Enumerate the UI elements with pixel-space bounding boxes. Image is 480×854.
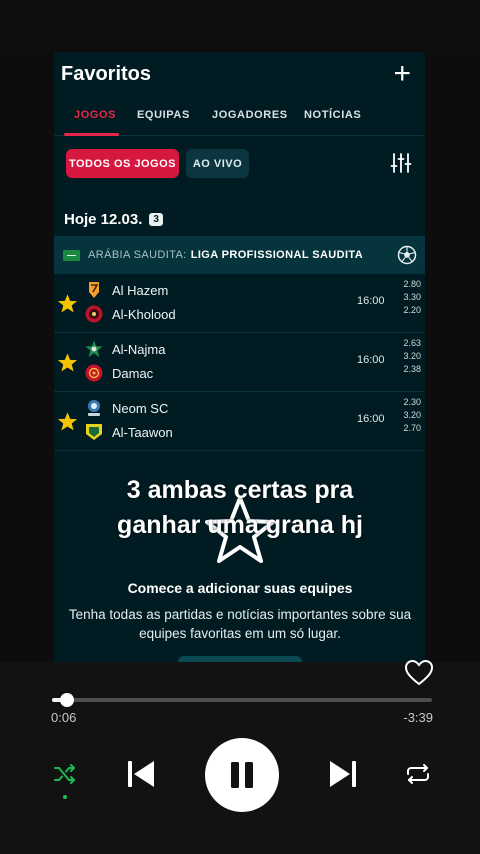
match-time: 16:00 xyxy=(357,354,385,366)
odds-away: 2.38 xyxy=(403,364,421,374)
caption-line: ganhar uma grana hj xyxy=(117,511,363,539)
al-hazem-crest-icon xyxy=(89,282,99,298)
match-time: 16:00 xyxy=(357,295,385,307)
home-team: Al Hazem xyxy=(85,279,168,301)
page-title: Favoritos xyxy=(61,62,152,85)
add-icon[interactable]: + xyxy=(393,59,411,89)
match-count-badge: 3 xyxy=(149,212,163,226)
empty-state-desc-line: Tenha todas as partidas e notícias impor… xyxy=(68,607,412,622)
caption-line: 3 ambas certas pra xyxy=(126,476,354,504)
odds-home: 2.30 xyxy=(403,397,421,407)
sliders-icon[interactable] xyxy=(390,152,412,174)
empty-state-title: Comece a adicionar suas equipes xyxy=(127,580,353,596)
shuffle-icon[interactable] xyxy=(53,762,77,786)
odds-home: 2.63 xyxy=(403,338,421,348)
odds-list: 2.63 3.20 2.38 xyxy=(399,337,421,376)
odds-home: 2.80 xyxy=(403,279,421,289)
filter-live-button[interactable]: AO VIVO xyxy=(186,149,249,178)
progress-bar[interactable] xyxy=(52,693,432,707)
match-row[interactable]: Neom SC Al-Taawon 16:00 2.30 3.20 2.70 xyxy=(54,393,425,451)
odds-away: 2.70 xyxy=(403,423,421,433)
filter-row: TODOS OS JOGOS AO VIVO xyxy=(54,147,425,181)
tab-jogadores[interactable]: JOGADORES xyxy=(212,109,288,121)
neom-sc-crest-icon xyxy=(88,400,100,416)
favorite-star-icon[interactable] xyxy=(57,411,78,432)
tab-noticias[interactable]: NOTÍCIAS xyxy=(304,109,361,121)
home-team-name: Al-Najma xyxy=(112,341,166,357)
empty-state-description: Tenha todas as partidas e notícias impor… xyxy=(0,605,480,643)
video-caption: 3 ambas certas pra ganhar uma grana hj xyxy=(0,473,480,543)
remaining-time: -3:39 xyxy=(403,710,433,725)
repeat-icon[interactable] xyxy=(404,762,432,786)
football-icon xyxy=(397,245,417,265)
empty-state-desc-line: equipes favoritas em um só lugar. xyxy=(139,626,341,641)
odds-draw: 3.30 xyxy=(403,292,421,302)
home-team: Neom SC xyxy=(85,397,168,419)
away-team: Al-Kholood xyxy=(85,303,176,325)
odds-draw: 3.20 xyxy=(403,410,421,420)
date-label: Hoje 12.03. xyxy=(64,210,143,228)
tab-bar: JOGOS EQUIPAS JOGADORES NOTÍCIAS xyxy=(54,96,425,136)
elapsed-time: 0:06 xyxy=(51,710,77,725)
previous-track-icon[interactable] xyxy=(126,758,156,790)
home-team: Al-Najma xyxy=(85,338,165,360)
status-area xyxy=(0,0,480,52)
video-backdrop-left xyxy=(0,52,54,662)
damac-crest-icon xyxy=(85,364,103,382)
league-name: LIGA PROFISSIONAL SAUDITA xyxy=(190,249,364,261)
away-team-name: Al-Kholood xyxy=(112,306,176,322)
al-najma-crest-icon xyxy=(85,340,103,357)
pause-icon xyxy=(231,762,253,788)
league-country: ARÁBIA SAUDITA: xyxy=(88,249,187,261)
away-team: Damac xyxy=(85,362,153,384)
app-header: Favoritos + xyxy=(54,52,425,96)
match-time: 16:00 xyxy=(357,413,385,425)
away-team-name: Al-Taawon xyxy=(112,424,173,440)
active-tab-indicator xyxy=(64,133,119,136)
odds-away: 2.20 xyxy=(403,305,421,315)
odds-list: 2.30 3.20 2.70 xyxy=(399,396,421,435)
video-backdrop-right xyxy=(425,52,480,662)
match-row[interactable]: Al Hazem Al-Kholood 16:00 2.80 3.30 2.20 xyxy=(54,275,425,333)
away-team-name: Damac xyxy=(112,365,154,381)
home-team-name: Neom SC xyxy=(112,400,169,416)
odds-list: 2.80 3.30 2.20 xyxy=(399,278,421,317)
away-team: Al-Taawon xyxy=(85,421,173,443)
embedded-app-screen: Favoritos + JOGOS EQUIPAS JOGADORES NOTÍ… xyxy=(54,52,425,662)
home-team-name: Al Hazem xyxy=(112,282,169,298)
odds-draw: 3.20 xyxy=(403,351,421,361)
league-header[interactable]: ARÁBIA SAUDITA: LIGA PROFISSIONAL SAUDIT… xyxy=(54,236,425,274)
al-taawon-crest-icon xyxy=(86,424,102,440)
favorite-star-icon[interactable] xyxy=(57,293,78,314)
tab-jogos[interactable]: JOGOS xyxy=(74,109,116,121)
al-kholood-crest-icon xyxy=(85,305,103,323)
date-header: Hoje 12.03. 3 xyxy=(64,209,163,229)
saudi-flag-icon xyxy=(63,249,80,261)
heart-icon[interactable] xyxy=(404,659,434,687)
pause-button[interactable] xyxy=(205,738,279,812)
shuffle-active-dot xyxy=(63,795,67,799)
filter-all-games-button[interactable]: TODOS OS JOGOS xyxy=(66,149,179,178)
next-track-icon[interactable] xyxy=(328,758,358,790)
tab-equipas[interactable]: EQUIPAS xyxy=(137,109,190,121)
favorite-star-icon[interactable] xyxy=(57,352,78,373)
match-row[interactable]: Al-Najma Damac 16:00 2.63 3.20 2.38 xyxy=(54,334,425,392)
